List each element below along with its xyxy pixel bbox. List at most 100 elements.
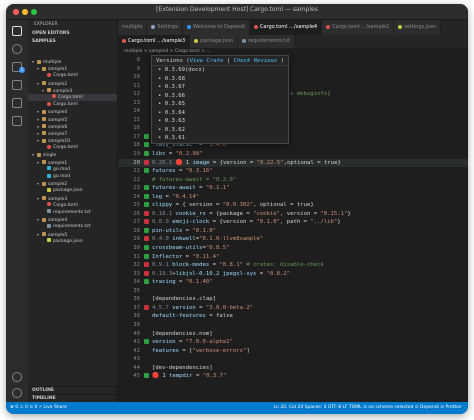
tree-folder[interactable]: ▾ sample2 bbox=[28, 80, 117, 87]
tree-folder[interactable]: ▾ sample2 bbox=[28, 180, 117, 187]
code-line[interactable]: 26 0.18.1 cookie_rs = {package = "cookie"… bbox=[118, 210, 468, 219]
search-icon[interactable] bbox=[12, 44, 22, 54]
window: [Extension Development Host] Cargo.toml … bbox=[6, 4, 468, 414]
editor-tab[interactable]: multiple bbox=[118, 20, 148, 35]
gutter bbox=[144, 270, 150, 279]
code-line[interactable]: 20 0.25.1 🛑 1 image = {version = "0.22.5"… bbox=[118, 158, 468, 168]
tree-folder[interactable]: ▾ sample6 bbox=[28, 123, 117, 130]
code-line[interactable]: 30 crossbeam-utils="0.8.5" bbox=[118, 244, 468, 253]
tree-file[interactable]: go.mod bbox=[28, 173, 117, 180]
run-icon[interactable] bbox=[12, 80, 22, 90]
editor-tab[interactable]: Welcome to Dependi bbox=[182, 20, 250, 35]
outline-section[interactable]: OUTLINE bbox=[28, 386, 117, 394]
extensions-icon[interactable] bbox=[12, 98, 22, 108]
status-left[interactable]: ⊗ 0 ⚠ 0 ⊙ 0 ⚡ Live Share bbox=[10, 402, 67, 414]
tree-file[interactable]: package.json bbox=[28, 187, 117, 194]
code-text: 🛑 1 tempdir = "0.3.7" bbox=[152, 373, 227, 380]
editor-tab[interactable]: requirements.txt bbox=[238, 35, 296, 48]
version-item[interactable]: • 0.3.63 bbox=[152, 117, 288, 126]
code-line[interactable]: 27 0.0.0 emoji-clock = {version = "0.1.0"… bbox=[118, 218, 468, 227]
workspace-section[interactable]: SAMPLES bbox=[28, 38, 117, 46]
code-line[interactable]: 43 bbox=[118, 355, 468, 364]
tree-file[interactable]: go.mod bbox=[28, 166, 117, 173]
gutter bbox=[144, 141, 150, 150]
code-line[interactable]: 25 clippy = { version = "0.0.302", option… bbox=[118, 201, 468, 210]
version-item[interactable]: • 0.3.65 bbox=[152, 100, 288, 109]
tree-folder[interactable]: ▾ sample4 bbox=[28, 216, 117, 223]
editor-tab[interactable]: Settings bbox=[147, 20, 183, 35]
tree-folder[interactable]: ▾ sample5 bbox=[28, 116, 117, 123]
settings-icon[interactable] bbox=[12, 388, 22, 398]
version-item[interactable]: • 0.3.66 bbox=[152, 92, 288, 101]
gutter bbox=[144, 253, 150, 262]
code-line[interactable]: 41 version = "7.0.0-alpha1" bbox=[118, 338, 468, 347]
code-line[interactable]: 33 0.19.3+libjxl-0.10.2 jpegxl-sys = "0.8… bbox=[118, 270, 468, 279]
code-line[interactable]: 35 bbox=[118, 287, 468, 296]
tree-file[interactable]: Cargo.toml bbox=[28, 202, 117, 209]
tree-folder[interactable]: ▾ sample4 bbox=[28, 108, 117, 115]
tree-folder[interactable]: ▾ sample3 bbox=[28, 195, 117, 202]
tree-file[interactable]: Cargo.toml bbox=[28, 93, 117, 102]
editor-tab[interactable]: package.json bbox=[190, 35, 239, 48]
files-icon[interactable] bbox=[12, 26, 22, 36]
code-line[interactable]: 34 tracing = "0.1.40" bbox=[118, 278, 468, 287]
code-line[interactable]: 38 default-features = false bbox=[118, 312, 468, 321]
tree-folder[interactable]: ▾ sample3 bbox=[28, 87, 117, 94]
tree-file[interactable]: Cargo.toml bbox=[28, 144, 117, 151]
version-item[interactable]: • 0.3.67 bbox=[152, 83, 288, 92]
code-line[interactable]: 36 [dependencies.clap] bbox=[118, 295, 468, 304]
toml-icon bbox=[52, 94, 56, 99]
code-text: 0.25.1 🛑 1 image = {version = "0.22.5",o… bbox=[152, 159, 341, 166]
open-editors-section[interactable]: OPEN EDITORS bbox=[28, 30, 117, 38]
code-line[interactable]: 37 4.5.7 version = "3.0.0-beta.2" bbox=[118, 304, 468, 313]
code-line[interactable]: 45 🛑 1 tempdir = "0.3.7" bbox=[118, 372, 468, 381]
version-item[interactable]: • 0.3.64 bbox=[152, 109, 288, 118]
tree-folder[interactable]: ▾ sample5 bbox=[28, 231, 117, 238]
tree-file[interactable]: package.json bbox=[28, 238, 117, 245]
tree-folder[interactable]: ▾ sample1 bbox=[28, 159, 117, 166]
editor-tab[interactable]: Cargo.toml …/sample3 bbox=[118, 35, 191, 48]
version-item[interactable]: • 0.3.62 bbox=[152, 126, 288, 135]
code-line[interactable]: 19 libc = "0.2.98" bbox=[118, 150, 468, 159]
error-icon bbox=[144, 210, 149, 216]
folder-icon bbox=[42, 196, 46, 201]
version-item[interactable]: • 0.3.68 bbox=[152, 75, 288, 84]
version-item[interactable]: • 0.3.69(docs) bbox=[152, 66, 288, 75]
code-line[interactable]: 28 pin-utils = "0.1.0" bbox=[118, 227, 468, 236]
code-line[interactable]: 39 bbox=[118, 321, 468, 330]
tree-folder[interactable]: ▾ single bbox=[28, 151, 117, 158]
account-icon[interactable] bbox=[12, 372, 22, 382]
line-number: 8 bbox=[136, 57, 140, 63]
tree-folder[interactable]: ▾ sample7 bbox=[28, 130, 117, 137]
timeline-section[interactable]: TIMELINE bbox=[28, 394, 117, 402]
line-number: 16 bbox=[133, 125, 140, 132]
editor-tab[interactable]: Cargo.toml …/sample4 bbox=[249, 20, 323, 35]
code-line[interactable]: 44 [dev-dependencies] bbox=[118, 364, 468, 373]
tree-file[interactable]: requirements.txt bbox=[28, 223, 117, 230]
tree-file[interactable]: Cargo.toml bbox=[28, 101, 117, 108]
code-line[interactable]: 22 # futures-await = "0.2.0" bbox=[118, 176, 468, 185]
code-line[interactable]: 21 futures = "0.3.16" bbox=[118, 167, 468, 176]
code-line[interactable]: 32 0.9.1 block-modes = "0.8.1" # crates: … bbox=[118, 261, 468, 270]
tree-folder[interactable]: ▾ multiple bbox=[28, 58, 117, 65]
status-right[interactable]: Ln 20, Col 24 Spaces: 4 UTF-8 LF TOML ⊙ … bbox=[274, 402, 462, 414]
editor-tab[interactable]: Cargo.toml …/sample1 bbox=[322, 20, 395, 35]
view-crate-link[interactable]: View Crate bbox=[190, 58, 224, 64]
test-icon[interactable] bbox=[12, 116, 22, 126]
check-reviews-link[interactable]: Check Reviews bbox=[233, 58, 277, 64]
code-line[interactable]: 31 Inflector = "0.11.4" bbox=[118, 253, 468, 262]
editor-tab[interactable]: settings.json bbox=[394, 20, 442, 35]
code-line[interactable]: 24 log = "0.4.14" bbox=[118, 193, 468, 202]
tree-folder[interactable]: ▾ sample1 bbox=[28, 65, 117, 72]
line-number: 17 bbox=[133, 133, 140, 140]
tree-folder[interactable]: ▾ sample10 bbox=[28, 137, 117, 144]
code-line[interactable]: 23 futures-await = "0.1.1" bbox=[118, 184, 468, 193]
code-line[interactable]: 29 0.4.0 inkwell="0.1.0-llvm8sample" bbox=[118, 235, 468, 244]
tree-file[interactable]: requirements.txt bbox=[28, 209, 117, 216]
line-number: 15 bbox=[133, 116, 140, 123]
code-line[interactable]: 42 features = ["verbose-errors"] bbox=[118, 347, 468, 356]
code-line[interactable]: 40 [dependencies.nom] bbox=[118, 330, 468, 339]
gutter bbox=[144, 372, 150, 381]
tree-file[interactable]: Cargo.toml bbox=[28, 72, 117, 79]
version-item[interactable]: • 0.3.61 bbox=[152, 134, 288, 143]
